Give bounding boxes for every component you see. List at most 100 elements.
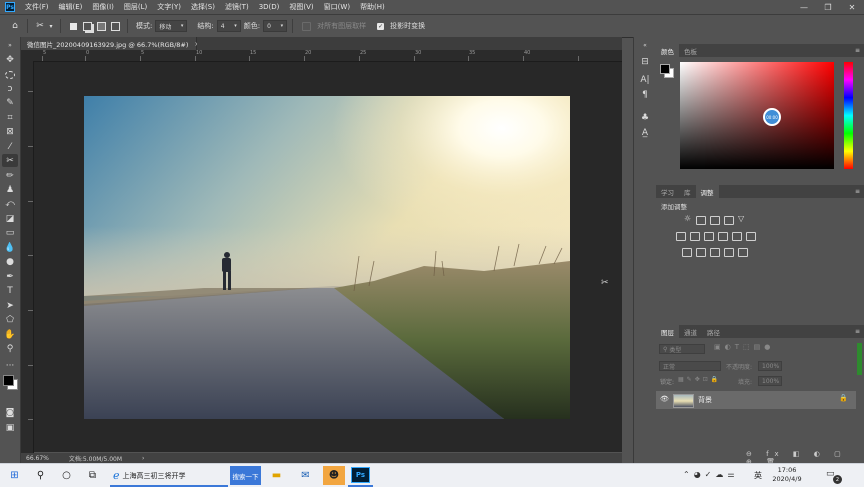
panel-menu-icon[interactable]: ≡	[855, 328, 860, 335]
vibrance-adjust-icon[interactable]: ▽	[738, 214, 744, 223]
lasso-tool-icon[interactable]: ↄ	[2, 82, 18, 95]
brightness-adjust-icon[interactable]: ☼	[684, 214, 691, 223]
content-aware-move-tool-icon[interactable]: ✂	[2, 154, 18, 167]
frame-tool-icon[interactable]: ⊠	[2, 125, 18, 138]
transform-on-drop-checkbox[interactable]: ✓	[377, 22, 385, 30]
minimize-button[interactable]: —	[792, 0, 816, 14]
color-panel-swatches[interactable]	[660, 64, 674, 78]
threshold-icon[interactable]	[710, 248, 720, 257]
search-button[interactable]: 搜索一下	[230, 466, 261, 485]
menu-file[interactable]: 文件(F)	[25, 2, 49, 12]
add-selection-icon[interactable]	[80, 19, 94, 33]
windows-start-icon[interactable]: ⊞	[6, 467, 23, 484]
glyphs-panel-icon[interactable]: A̲	[638, 126, 652, 139]
ime-indicator[interactable]: 英	[754, 470, 762, 481]
character-panel-icon[interactable]: A|	[638, 73, 652, 86]
panel-menu-icon[interactable]: ≡	[855, 47, 860, 54]
brush-tool-icon[interactable]: ✏	[2, 169, 18, 182]
color-field[interactable]: 0 ▾	[263, 20, 288, 32]
gradient-map-icon[interactable]	[724, 248, 734, 257]
menu-help[interactable]: 帮助(H)	[360, 2, 385, 12]
photoshop-taskbar-icon[interactable]: Ps	[351, 467, 370, 483]
menu-view[interactable]: 视图(V)	[289, 2, 313, 12]
more-tools-icon[interactable]: ···	[2, 359, 18, 372]
structure-field[interactable]: 4 ▾	[216, 20, 241, 32]
levels-adjust-icon[interactable]	[696, 216, 706, 225]
crop-tool-icon[interactable]: ⌗	[2, 111, 18, 124]
history-brush-tool-icon[interactable]: ⤺	[2, 197, 18, 210]
menu-select[interactable]: 选择(S)	[191, 2, 215, 12]
visibility-eye-icon[interactable]: 👁	[660, 395, 669, 403]
scrollbar[interactable]	[857, 343, 862, 375]
tab-swatches[interactable]: 色板	[679, 44, 702, 57]
menu-layer[interactable]: 图层(L)	[124, 2, 147, 12]
panel-menu-icon[interactable]: ≡	[855, 188, 860, 195]
collapse-icon[interactable]: «	[638, 39, 652, 52]
system-tray-icons[interactable]: ⌃◕✓☁⚌	[683, 470, 739, 479]
color-swatches[interactable]	[3, 375, 18, 390]
layer-filter-select[interactable]: ⚲ 类型	[659, 344, 705, 354]
content-aware-move-icon[interactable]: ✂	[33, 19, 47, 33]
menu-image[interactable]: 图像(I)	[92, 2, 114, 12]
status-menu-arrow[interactable]: ›	[142, 455, 144, 462]
layer-filter-icons[interactable]: ▣◐T⬚▤●	[714, 343, 774, 351]
type-tool-icon[interactable]: T	[2, 284, 18, 297]
quick-select-tool-icon[interactable]: ✎	[2, 96, 18, 109]
move-tool-icon[interactable]: ✥	[2, 53, 18, 66]
black-white-icon[interactable]	[704, 232, 714, 241]
paragraph-panel-icon[interactable]: ¶	[638, 88, 652, 101]
lock-icons[interactable]: ▦✎✥⊡🔒	[678, 376, 721, 383]
ruler-top[interactable]: 5 0 5 10 15 20 25 30 35 40	[33, 50, 622, 62]
marquee-tool-icon[interactable]	[2, 68, 18, 81]
color-picker-handle[interactable]: 00:00	[763, 108, 781, 126]
menu-edit[interactable]: 编辑(E)	[59, 2, 83, 12]
opacity-field[interactable]: 100%	[758, 361, 782, 371]
invert-icon[interactable]	[682, 248, 692, 257]
gradient-tool-icon[interactable]: ▭	[2, 226, 18, 239]
posterize-icon[interactable]	[696, 248, 706, 257]
color-field[interactable]	[680, 62, 834, 169]
menu-filter[interactable]: 滤镜(T)	[225, 2, 249, 12]
tab-libraries[interactable]: 库	[679, 185, 696, 198]
brush-settings-icon[interactable]: ♣	[638, 111, 652, 124]
zoom-level[interactable]: 66.67%	[26, 455, 49, 462]
path-select-tool-icon[interactable]: ➤	[2, 299, 18, 312]
photo-filter-icon[interactable]	[718, 232, 728, 241]
taskbar-ie-window[interactable]: ℯ 上海高三初三将开学	[110, 467, 228, 484]
foreground-color-swatch[interactable]	[3, 375, 14, 386]
tab-adjustments[interactable]: 调整	[695, 185, 719, 198]
wechat-icon[interactable]: ☻	[323, 466, 345, 485]
foreground-color-swatch[interactable]	[660, 64, 670, 74]
exposure-adjust-icon[interactable]	[724, 216, 734, 225]
document-image[interactable]	[84, 96, 570, 419]
blend-mode-select[interactable]: 正常	[659, 361, 721, 371]
color-lookup-icon[interactable]	[746, 232, 756, 241]
document-tab[interactable]: 微信图片_20200409163929.jpg @ 66.7%(RGB/8#) …	[21, 37, 200, 50]
dodge-tool-icon[interactable]: ●	[2, 255, 18, 268]
blur-tool-icon[interactable]: 💧	[2, 241, 18, 254]
selective-color-icon[interactable]	[738, 248, 748, 257]
tab-learn[interactable]: 学习	[656, 185, 679, 198]
home-icon[interactable]: ⌂	[8, 19, 22, 33]
eraser-tool-icon[interactable]: ◪	[2, 212, 18, 225]
mode-select[interactable]: 移动 ▾	[155, 20, 188, 32]
quick-mask-icon[interactable]: ◙	[2, 406, 18, 419]
sample-all-layers-checkbox[interactable]	[302, 21, 312, 31]
tab-paths[interactable]: 路径	[702, 325, 725, 338]
menu-3d[interactable]: 3D(D)	[259, 3, 280, 11]
clone-stamp-tool-icon[interactable]: ♟	[2, 183, 18, 196]
cortana-icon[interactable]: ○	[58, 467, 75, 484]
eyedropper-tool-icon[interactable]: ⁄	[2, 140, 18, 153]
toolbar-collapse-icon[interactable]: »	[2, 39, 18, 52]
menu-type[interactable]: 文字(Y)	[157, 2, 181, 12]
ruler-left[interactable]	[21, 61, 34, 453]
zoom-tool-icon[interactable]: ⚲	[2, 342, 18, 355]
intersect-selection-icon[interactable]	[108, 19, 122, 33]
file-explorer-icon[interactable]: ▬	[268, 467, 285, 484]
history-panel-icon[interactable]: ⊟	[638, 55, 652, 68]
tab-channels[interactable]: 通道	[679, 325, 702, 338]
hue-slider[interactable]	[844, 62, 853, 169]
clock[interactable]: 17:06 2020/4/9	[772, 466, 802, 484]
new-selection-icon[interactable]	[66, 19, 80, 33]
tab-color[interactable]: 颜色	[656, 44, 679, 57]
